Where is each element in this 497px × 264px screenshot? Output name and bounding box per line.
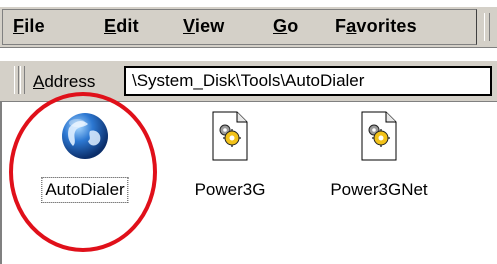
file-item-power3gnet[interactable]: Power3GNet [304,110,454,220]
address-input[interactable] [124,66,492,96]
menu-view[interactable]: View [183,16,225,37]
menu-favorites[interactable]: Favorites [335,16,417,37]
menu-go-label: o [287,16,299,36]
file-item-power3g[interactable]: Power3G [155,110,305,220]
file-item-autodialer[interactable]: AutoDialer [10,110,160,220]
menu-edit-label: dit [116,16,139,36]
menu-file[interactable]: File [13,16,45,37]
menu-edit[interactable]: Edit [104,16,139,37]
menu-view-mnemonic: V [183,16,195,36]
file-label-power3gnet: Power3GNet [330,180,428,199]
menu-favorites-mnemonic: a [346,16,357,36]
globe-icon [59,110,111,167]
gear-document-icon [210,110,250,167]
toolbar-grip[interactable] [484,13,490,41]
menu-file-mnemonic: F [13,16,25,36]
menu-file-label: ile [24,16,45,36]
menu-view-label: iew [194,16,225,36]
menu-bar: File Edit View Go Favorites [0,6,497,48]
menu-edit-mnemonic: E [104,16,117,36]
address-label-mnemonic: A [33,72,45,91]
address-bar-grip-secondary[interactable] [20,66,25,94]
address-bar: Address [0,60,497,102]
file-label-autodialer: AutoDialer [41,177,129,203]
menu-favorites-label: vorites [356,16,417,36]
address-label-text: ddress [44,72,96,91]
content-left-edge [0,102,2,264]
address-bar-grip[interactable] [14,66,19,94]
menu-favorites-prefix: F [335,16,347,36]
menu-go[interactable]: Go [273,16,298,37]
top-strip [0,0,497,4]
address-label: Address [33,72,95,92]
file-label-power3g: Power3G [194,180,266,199]
menu-go-mnemonic: G [273,16,288,36]
gear-document-icon [359,110,399,167]
